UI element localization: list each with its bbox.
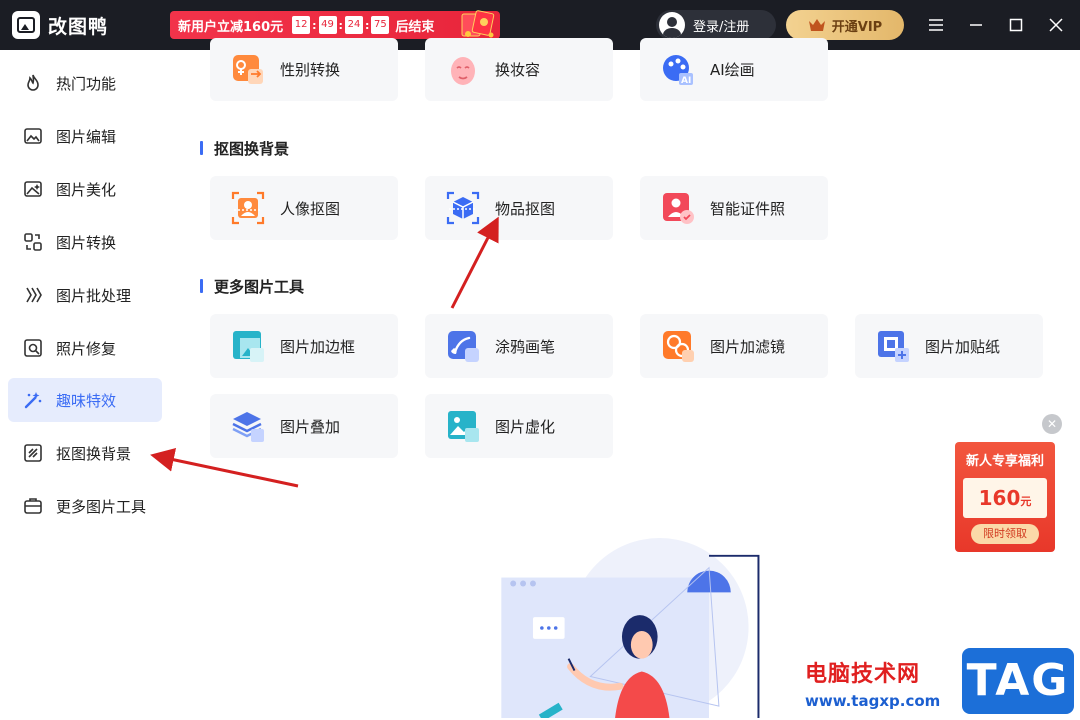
promo-text: 新用户立减160元 [178, 19, 284, 35]
card-brush[interactable]: 涂鸦画笔 [425, 314, 613, 378]
timer-centiseconds: 75 [371, 16, 390, 34]
frame-icon [230, 328, 266, 364]
card-object-cutout[interactable]: 物品抠图 [425, 176, 613, 240]
card-label: 人像抠图 [280, 199, 341, 218]
toolbox-icon [22, 495, 44, 517]
sidebar-item-label: 抠图换背景 [56, 444, 132, 463]
layers-icon [230, 408, 266, 444]
sidebar-item-convert[interactable]: 图片转换 [8, 220, 162, 264]
card-label: 图片加贴纸 [925, 337, 1001, 356]
sidebar-item-edit[interactable]: 图片编辑 [8, 114, 162, 158]
login-button[interactable]: 登录/注册 [656, 10, 776, 40]
card-sticker[interactable]: 图片加贴纸 [855, 314, 1043, 378]
brush-icon [445, 328, 481, 364]
float-promo-title: 新人专享福利 [965, 454, 1044, 469]
vip-label: 开通VIP [831, 19, 883, 35]
makeup-icon [445, 52, 481, 88]
sidebar: 热门功能 图片编辑 图片美化 图片转换 图片批处理 照片修复 趣味特效 抠图换背… [0, 50, 170, 720]
main-content: 性别转换 换妆容 AI AI绘画 抠图换背景 人像抠图 物品抠图 智能证件照 更… [170, 38, 1080, 720]
image-beautify-icon [22, 178, 44, 200]
sidebar-item-label: 照片修复 [56, 339, 117, 358]
object-cutout-icon [445, 190, 481, 226]
section-title-cutout: 抠图换背景 [200, 138, 289, 159]
batch-icon [22, 284, 44, 306]
card-label: 物品抠图 [495, 199, 556, 218]
promo-banner[interactable]: 新用户立减160元 12: 49: 24: 75 后结束 [170, 10, 500, 39]
card-label: 图片虚化 [495, 417, 556, 436]
maximize-icon[interactable] [1006, 15, 1026, 35]
float-promo-close-icon[interactable]: ✕ [1042, 414, 1062, 434]
svg-text:AI: AI [681, 76, 691, 86]
timer-minutes: 49 [318, 16, 337, 34]
sidebar-item-beautify[interactable]: 图片美化 [8, 167, 162, 211]
card-filter[interactable]: 图片加滤镜 [640, 314, 828, 378]
sidebar-item-more-tools[interactable]: 更多图片工具 [8, 484, 162, 528]
float-promo-amount-box: 160元 [963, 478, 1047, 518]
float-promo-unit: 元 [1020, 495, 1032, 508]
float-promo-amount: 160 [978, 486, 1021, 510]
id-photo-icon [660, 190, 696, 226]
convert-icon [22, 231, 44, 253]
card-label: 涂鸦画笔 [495, 337, 556, 356]
flame-icon [22, 72, 44, 94]
card-label: 图片叠加 [280, 417, 341, 436]
sidebar-item-batch[interactable]: 图片批处理 [8, 273, 162, 317]
sidebar-item-cutout[interactable]: 抠图换背景 [8, 431, 162, 475]
card-makeup[interactable]: 换妆容 [425, 38, 613, 101]
sidebar-item-label: 图片转换 [56, 233, 117, 252]
card-label: 图片加边框 [280, 337, 356, 356]
card-label: AI绘画 [710, 61, 755, 79]
login-label: 登录/注册 [693, 19, 750, 35]
red-envelope-icon [461, 10, 495, 38]
magic-wand-icon [22, 389, 44, 411]
cutout-icon [22, 442, 44, 464]
card-label: 性别转换 [280, 61, 341, 79]
watermark-tag: TAG [962, 648, 1074, 714]
timer-seconds: 24 [344, 16, 363, 34]
app-logo-icon [12, 11, 40, 39]
sidebar-item-fun-effects[interactable]: 趣味特效 [8, 378, 162, 422]
card-ai-paint[interactable]: AI AI绘画 [640, 38, 828, 101]
card-label: 智能证件照 [710, 199, 786, 218]
woman-illustration [501, 538, 760, 718]
filter-icon [660, 328, 696, 364]
sidebar-item-label: 图片美化 [56, 180, 117, 199]
card-label: 换妆容 [495, 61, 541, 79]
card-blur[interactable]: 图片虚化 [425, 394, 613, 458]
vip-button[interactable]: 开通VIP [786, 10, 904, 40]
sidebar-item-repair[interactable]: 照片修复 [8, 326, 162, 370]
blur-icon [445, 408, 481, 444]
crown-icon [808, 19, 825, 31]
ai-paint-icon: AI [660, 52, 696, 88]
photo-repair-icon [22, 337, 44, 359]
sticker-icon [875, 328, 911, 364]
image-edit-icon [22, 125, 44, 147]
watermark-text: 电脑技术网 [805, 662, 921, 687]
app-name: 改图鸭 [48, 16, 109, 38]
sidebar-item-label: 图片批处理 [56, 286, 132, 305]
sidebar-item-label: 热门功能 [56, 74, 117, 93]
card-id-photo[interactable]: 智能证件照 [640, 176, 828, 240]
sidebar-item-label: 趣味特效 [56, 391, 117, 410]
gender-swap-icon [230, 52, 266, 88]
section-title-more-tools: 更多图片工具 [200, 276, 304, 297]
promo-suffix: 后结束 [395, 19, 435, 35]
sidebar-item-label: 更多图片工具 [56, 497, 147, 516]
card-layers[interactable]: 图片叠加 [210, 394, 398, 458]
close-icon[interactable] [1046, 15, 1066, 35]
float-promo-card[interactable]: 新人专享福利 160元 限时领取 [955, 442, 1055, 552]
sidebar-item-label: 图片编辑 [56, 127, 117, 146]
card-gender-swap[interactable]: 性别转换 [210, 38, 398, 101]
timer-hours: 12 [292, 16, 311, 34]
minimize-icon[interactable] [966, 15, 986, 35]
menu-icon[interactable] [926, 15, 946, 35]
portrait-cutout-icon [230, 190, 266, 226]
float-promo-claim-button[interactable]: 限时领取 [971, 524, 1039, 544]
watermark-url: www.tagxp.com [805, 692, 941, 710]
card-label: 图片加滤镜 [710, 337, 786, 356]
card-frame[interactable]: 图片加边框 [210, 314, 398, 378]
card-portrait-cutout[interactable]: 人像抠图 [210, 176, 398, 240]
sidebar-item-hot[interactable]: 热门功能 [8, 61, 162, 105]
avatar-icon [659, 12, 685, 38]
